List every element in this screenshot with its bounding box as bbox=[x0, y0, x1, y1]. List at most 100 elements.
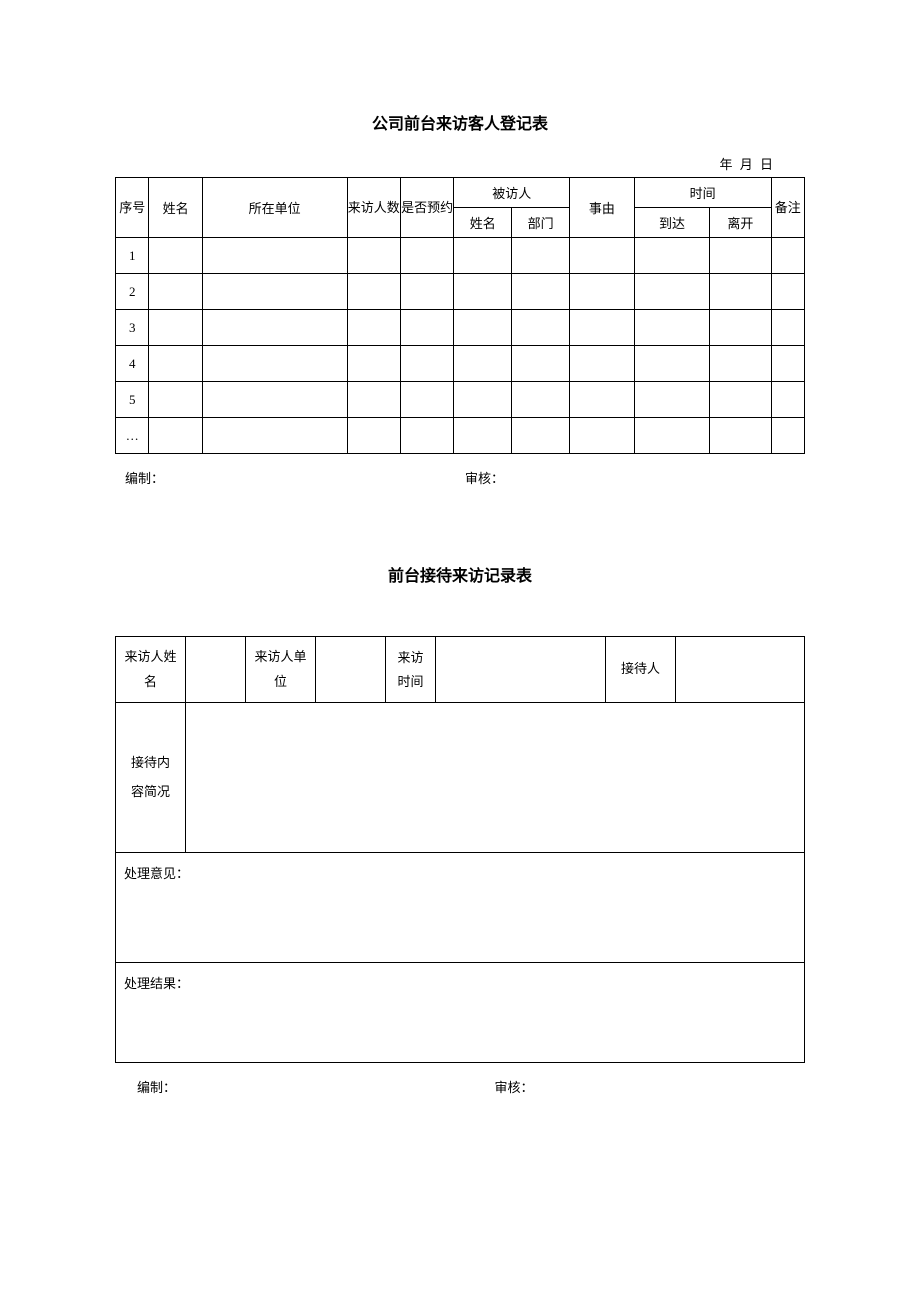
table-row: … bbox=[116, 418, 805, 454]
cell-visit_count bbox=[347, 310, 400, 346]
cell-visit_count bbox=[347, 418, 400, 454]
cell-name bbox=[149, 310, 202, 346]
cell-visit_count bbox=[347, 274, 400, 310]
th-appointment: 是否预约 bbox=[400, 178, 453, 238]
cell-time_arrive bbox=[634, 274, 710, 310]
cell-time_arrive bbox=[634, 382, 710, 418]
th-time-arrive: 到达 bbox=[634, 208, 710, 238]
cell-time_arrive bbox=[634, 346, 710, 382]
cell-time_leave bbox=[710, 238, 771, 274]
label-result: 处理结果： bbox=[124, 976, 189, 991]
cell-visited_dept bbox=[512, 274, 570, 310]
table-row: 5 bbox=[116, 382, 805, 418]
prepared-by-2: 编制： bbox=[115, 1077, 495, 1096]
cell-name bbox=[149, 238, 202, 274]
th-time-group: 时间 bbox=[634, 178, 771, 208]
cell-visited_dept bbox=[512, 310, 570, 346]
cell-seq: … bbox=[116, 418, 149, 454]
cell-seq: 5 bbox=[116, 382, 149, 418]
cell-org bbox=[202, 274, 347, 310]
cell-visited_name bbox=[454, 238, 512, 274]
th-remark: 备注 bbox=[771, 178, 804, 238]
title-1: 公司前台来访客人登记表 bbox=[115, 110, 805, 134]
cell-visited_name bbox=[454, 274, 512, 310]
cell-visited_dept bbox=[512, 382, 570, 418]
cell-name bbox=[149, 382, 202, 418]
th-visited-name: 姓名 bbox=[454, 208, 512, 238]
cell-time_arrive bbox=[634, 418, 710, 454]
cell-visited_dept bbox=[512, 418, 570, 454]
label-visitor-org: 来访人单 位 bbox=[246, 637, 316, 703]
th-visited-group: 被访人 bbox=[454, 178, 570, 208]
cell-name bbox=[149, 346, 202, 382]
label-content-summary: 接待内容简况 bbox=[116, 703, 186, 853]
label-visit-time: 来访时间 bbox=[386, 637, 436, 703]
table-reception-record: 来访人姓 名 来访人单 位 来访时间 接待人 接待内容简况 处理意见： 处理结果… bbox=[115, 636, 805, 1063]
cell-name bbox=[149, 418, 202, 454]
title-2: 前台接待来访记录表 bbox=[115, 562, 805, 586]
cell-reason bbox=[570, 346, 635, 382]
cell-visited_dept bbox=[512, 238, 570, 274]
cell-time_arrive bbox=[634, 238, 710, 274]
cell-seq: 4 bbox=[116, 346, 149, 382]
cell-visited_name bbox=[454, 382, 512, 418]
cell-remark bbox=[771, 310, 804, 346]
cell-result: 处理结果： bbox=[116, 963, 805, 1063]
th-visit-count: 来访人数 bbox=[347, 178, 400, 238]
th-time-leave: 离开 bbox=[710, 208, 771, 238]
th-org: 所在单位 bbox=[202, 178, 347, 238]
cell-seq: 2 bbox=[116, 274, 149, 310]
cell-org bbox=[202, 238, 347, 274]
cell-org bbox=[202, 310, 347, 346]
cell-reason bbox=[570, 382, 635, 418]
th-name: 姓名 bbox=[149, 178, 202, 238]
value-visitor-name bbox=[186, 637, 246, 703]
cell-appointment bbox=[400, 238, 453, 274]
value-content-summary bbox=[186, 703, 805, 853]
cell-appointment bbox=[400, 382, 453, 418]
cell-visited_name bbox=[454, 310, 512, 346]
cell-opinion: 处理意见： bbox=[116, 853, 805, 963]
cell-time_leave bbox=[710, 274, 771, 310]
table-row: 4 bbox=[116, 346, 805, 382]
label-visitor-name: 来访人姓 名 bbox=[116, 637, 186, 703]
cell-visited_name bbox=[454, 418, 512, 454]
approved-by-2: 审核： bbox=[495, 1077, 806, 1096]
cell-time_arrive bbox=[634, 310, 710, 346]
footer-1: 编制： 审核： bbox=[115, 468, 805, 487]
cell-visited_name bbox=[454, 346, 512, 382]
th-visited-dept: 部门 bbox=[512, 208, 570, 238]
approved-by-1: 审核： bbox=[465, 468, 805, 487]
footer-2: 编制： 审核： bbox=[115, 1077, 805, 1096]
label-receiver: 接待人 bbox=[606, 637, 676, 703]
cell-remark bbox=[771, 418, 804, 454]
cell-reason bbox=[570, 310, 635, 346]
section-reception-record: 前台接待来访记录表 来访人姓 名 来访人单 位 来访时间 接待人 接待内容简况 … bbox=[115, 562, 805, 1096]
cell-appointment bbox=[400, 418, 453, 454]
table-row: 2 bbox=[116, 274, 805, 310]
cell-appointment bbox=[400, 310, 453, 346]
cell-remark bbox=[771, 274, 804, 310]
cell-time_leave bbox=[710, 346, 771, 382]
value-visit-time bbox=[436, 637, 606, 703]
cell-remark bbox=[771, 346, 804, 382]
cell-name bbox=[149, 274, 202, 310]
cell-visit_count bbox=[347, 238, 400, 274]
th-seq: 序号 bbox=[116, 178, 149, 238]
th-reason: 事由 bbox=[570, 178, 635, 238]
cell-visit_count bbox=[347, 346, 400, 382]
cell-reason bbox=[570, 418, 635, 454]
cell-org bbox=[202, 346, 347, 382]
section-visitor-register: 公司前台来访客人登记表 年 月 日 序号 姓名 所在单位 来访人数 是否预约 被… bbox=[115, 110, 805, 487]
cell-time_leave bbox=[710, 310, 771, 346]
prepared-by-1: 编制： bbox=[115, 468, 465, 487]
cell-appointment bbox=[400, 346, 453, 382]
label-opinion: 处理意见： bbox=[124, 866, 189, 881]
cell-org bbox=[202, 382, 347, 418]
cell-reason bbox=[570, 238, 635, 274]
table-visitor-register: 序号 姓名 所在单位 来访人数 是否预约 被访人 事由 时间 备注 姓名 部门 … bbox=[115, 177, 805, 454]
cell-appointment bbox=[400, 274, 453, 310]
cell-seq: 3 bbox=[116, 310, 149, 346]
table-row: 3 bbox=[116, 310, 805, 346]
cell-seq: 1 bbox=[116, 238, 149, 274]
